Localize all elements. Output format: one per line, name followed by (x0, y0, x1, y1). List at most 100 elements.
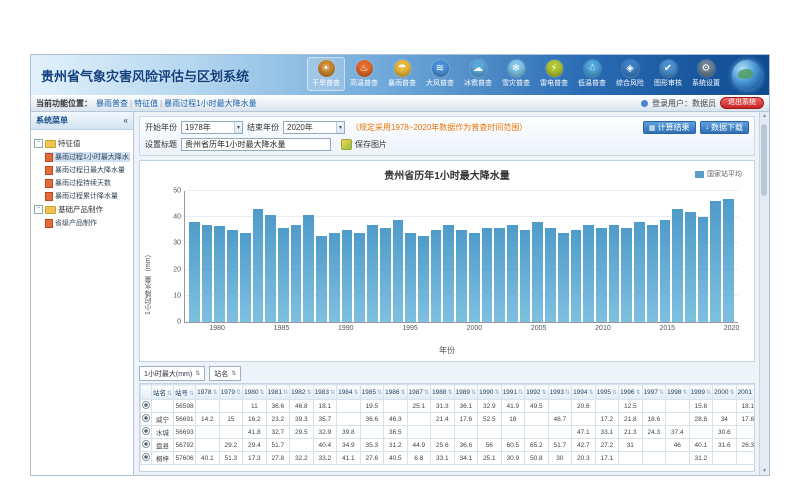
sort-icon[interactable]: ⇅ (565, 390, 570, 396)
scrollbar-thumb[interactable] (761, 124, 767, 196)
breadcrumb-segment[interactable]: 暴雨过程1小时最大降水量 (164, 99, 256, 108)
chart-bar (507, 225, 518, 322)
column-header[interactable]: 1989⇅ (454, 385, 478, 400)
sort-icon[interactable]: ⇅ (307, 390, 312, 396)
value-cell: 34 (713, 413, 737, 426)
column-header[interactable]: 1985⇅ (360, 385, 384, 400)
sort-icon[interactable]: ⇅ (189, 391, 194, 397)
chart-title-input[interactable]: 贵州省历年1小时最大降水量 (181, 138, 331, 151)
row-radio[interactable] (142, 440, 150, 448)
sort-icon[interactable]: ⇅ (753, 390, 755, 396)
nav-item[interactable]: ⚙系统设置 (687, 57, 725, 91)
column-header[interactable]: 1999⇅ (689, 385, 713, 400)
sort-icon[interactable]: ⇅ (589, 390, 594, 396)
sidebar-item[interactable]: 暴雨过程1小时最大降水量 (45, 152, 130, 162)
column-header[interactable]: 1980⇅ (243, 385, 267, 400)
nav-item[interactable]: ☃低温普查 (573, 57, 611, 91)
x-axis-labels: 198019851990199520002005201020152020 (185, 322, 738, 332)
save-image-button[interactable]: 保存图片 (341, 139, 387, 150)
value-filter[interactable]: 1小时最大(mm) ⇅ (139, 366, 205, 381)
end-year-select[interactable]: 2020年 ▾ (283, 121, 345, 134)
nav-item[interactable]: ≋大风普查 (421, 57, 459, 91)
start-year-select[interactable]: 1978年 ▾ (181, 121, 243, 134)
sort-icon[interactable]: ⇅ (330, 390, 335, 396)
sort-icon[interactable]: ⇅ (495, 390, 500, 396)
sort-icon[interactable]: ⇅ (706, 390, 711, 396)
nav-item[interactable]: ◈综合风险 (611, 57, 649, 91)
calculator-icon: ▦ (649, 124, 656, 132)
nav-item[interactable]: ✔图形审核 (649, 57, 687, 91)
expander-icon[interactable]: − (34, 139, 43, 148)
column-header[interactable]: 1978⇅ (196, 385, 220, 400)
row-radio[interactable] (142, 427, 150, 435)
column-header[interactable]: 1979⇅ (219, 385, 243, 400)
column-header[interactable]: 2001⇅ (736, 385, 755, 400)
column-header[interactable]: 1998⇅ (666, 385, 690, 400)
sidebar-item[interactable]: 暴雨过程日最大降水量 (45, 165, 130, 175)
column-header[interactable]: 1987⇅ (407, 385, 431, 400)
nav-item[interactable]: ♨高温普查 (345, 57, 383, 91)
chart-plot-area: 01020304050 1980198519901995200020052010… (184, 191, 738, 323)
row-radio[interactable] (142, 414, 150, 422)
sort-icon[interactable]: ⇅ (659, 390, 664, 396)
column-header[interactable]: 1996⇅ (619, 385, 643, 400)
vertical-scrollbar[interactable] (759, 112, 769, 475)
sort-icon[interactable]: ⇅ (730, 390, 735, 396)
column-header[interactable]: 1988⇅ (431, 385, 455, 400)
sort-icon[interactable]: ⇅ (612, 390, 617, 396)
column-header[interactable]: 1983⇅ (313, 385, 337, 400)
row-radio[interactable] (142, 453, 150, 461)
expander-icon[interactable]: − (34, 205, 43, 214)
row-radio[interactable] (142, 401, 150, 409)
sort-icon[interactable]: ⇅ (354, 390, 359, 396)
column-header[interactable]: 1994⇅ (572, 385, 596, 400)
column-header[interactable]: 站名⇅ (152, 385, 174, 400)
column-header[interactable]: 1991⇅ (501, 385, 525, 400)
column-header[interactable]: 1990⇅ (478, 385, 502, 400)
sort-icon[interactable]: ⇅ (448, 390, 453, 396)
column-header[interactable]: 1982⇅ (290, 385, 314, 400)
data-download-button[interactable]: ↓ 数据下载 (700, 121, 750, 134)
nav-item[interactable]: ☁冰雹普查 (459, 57, 497, 91)
sort-icon[interactable]: ⇅ (167, 391, 172, 397)
nav-item[interactable]: ☀干旱普查 (307, 57, 345, 91)
sidebar-group[interactable]: −特征值 (34, 138, 130, 149)
value-cell: 33.1 (595, 426, 619, 439)
sort-icon[interactable]: ⇅ (260, 390, 265, 396)
breadcrumb-segment[interactable]: 特征值 (134, 99, 158, 108)
calc-result-button[interactable]: ▦ 计算结果 (643, 121, 696, 134)
nav-item[interactable]: ⚡雷电普查 (535, 57, 573, 91)
column-header[interactable]: 1984⇅ (337, 385, 361, 400)
column-header[interactable]: 1995⇅ (595, 385, 619, 400)
nav-item[interactable]: ☂暴雨普查 (383, 57, 421, 91)
sidebar-group-label: 基础产品制作 (58, 204, 103, 215)
column-header[interactable]: 1981⇅ (266, 385, 290, 400)
sort-icon[interactable]: ⇅ (683, 390, 688, 396)
column-header[interactable]: 1986⇅ (384, 385, 408, 400)
column-header[interactable]: 1993⇅ (548, 385, 572, 400)
column-header[interactable]: 站号⇅ (174, 385, 196, 400)
logout-button[interactable]: 退出系统 (720, 97, 764, 109)
sort-icon[interactable]: ⇅ (471, 390, 476, 396)
sort-icon[interactable]: ⇅ (377, 390, 382, 396)
sort-icon[interactable]: ⇅ (283, 390, 288, 396)
sidebar-collapse-icon[interactable]: « (124, 116, 128, 125)
column-header[interactable]: 2000⇅ (713, 385, 737, 400)
sort-icon[interactable]: ⇅ (401, 390, 406, 396)
breadcrumb-segment[interactable]: 暴雨普查 (96, 99, 128, 108)
nav-item[interactable]: ❄雪灾普查 (497, 57, 535, 91)
sort-icon[interactable]: ⇅ (542, 390, 547, 396)
sidebar-group[interactable]: − 基础产品制作 (34, 204, 130, 215)
sidebar-item[interactable]: 省级产品制作 (45, 218, 130, 228)
sidebar-item[interactable]: 暴雨过程累计降水量 (45, 191, 130, 201)
sort-icon[interactable]: ⇅ (213, 390, 218, 396)
station-filter[interactable]: 站名 ⇅ (209, 366, 241, 381)
sidebar-item[interactable]: 暴雨过程持续天数 (45, 178, 130, 188)
breadcrumb: 暴雨普查|特征值|暴雨过程1小时最大降水量 (94, 98, 259, 109)
column-header[interactable]: 1997⇅ (642, 385, 666, 400)
sort-icon[interactable]: ⇅ (424, 390, 429, 396)
sort-icon[interactable]: ⇅ (636, 390, 641, 396)
column-header[interactable]: 1992⇅ (525, 385, 549, 400)
sort-icon[interactable]: ⇅ (236, 390, 241, 396)
sort-icon[interactable]: ⇅ (518, 390, 523, 396)
